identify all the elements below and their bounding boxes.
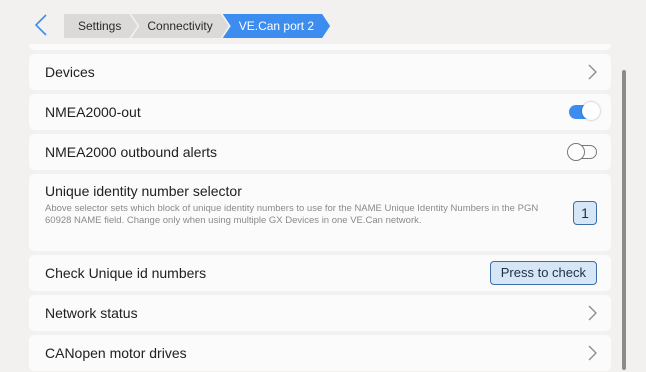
scrollbar-thumb[interactable] xyxy=(622,70,626,370)
breadcrumb-settings[interactable]: Settings xyxy=(64,14,137,38)
nmea2000-out-switch[interactable] xyxy=(569,102,600,120)
row-label: Check Unique id numbers xyxy=(45,265,207,281)
row-label: Network status xyxy=(45,305,138,321)
row-label: CANopen motor drives xyxy=(45,345,187,361)
switch-knob xyxy=(567,143,585,161)
unique-identity-spinbox[interactable]: 1 xyxy=(573,200,597,225)
list-item-partial xyxy=(29,44,611,50)
chevron-left-icon xyxy=(35,14,47,36)
list-item-devices[interactable]: Devices xyxy=(29,54,611,90)
row-label: Devices xyxy=(45,64,95,80)
breadcrumb-vecan-port-2: VE.Can port 2 xyxy=(223,14,330,38)
list-item-nmea2000-outbound-alerts: NMEA2000 outbound alerts xyxy=(29,134,611,170)
press-to-check-button[interactable]: Press to check xyxy=(489,261,597,285)
row-label: NMEA2000-out xyxy=(45,104,141,120)
list-item-unique-identity-selector: Unique identity number selector Above se… xyxy=(29,174,611,251)
breadcrumb-connectivity[interactable]: Connectivity xyxy=(131,14,228,38)
chevron-right-icon xyxy=(588,345,597,361)
nmea2000-alerts-switch[interactable] xyxy=(567,143,597,161)
scrollbar[interactable] xyxy=(622,70,626,370)
list-item-nmea2000-out: NMEA2000-out xyxy=(29,94,611,130)
chevron-right-icon xyxy=(588,305,597,321)
list-item-check-unique-id: Check Unique id numbers Press to check xyxy=(29,255,611,291)
row-label: NMEA2000 outbound alerts xyxy=(45,144,217,160)
chevron-right-icon xyxy=(588,64,597,80)
row-description: Above selector sets which block of uniqu… xyxy=(45,203,539,226)
settings-list: Devices NMEA2000-out NMEA2000 outbound a… xyxy=(29,44,611,372)
breadcrumb: Settings Connectivity VE.Can port 2 xyxy=(64,14,324,38)
back-button[interactable] xyxy=(33,13,49,37)
row-label: Unique identity number selector xyxy=(45,183,242,199)
list-item-network-status[interactable]: Network status xyxy=(29,295,611,331)
list-item-canopen-motor-drives[interactable]: CANopen motor drives xyxy=(29,335,611,371)
switch-knob xyxy=(582,102,600,120)
top-bar: Settings Connectivity VE.Can port 2 xyxy=(0,0,646,48)
